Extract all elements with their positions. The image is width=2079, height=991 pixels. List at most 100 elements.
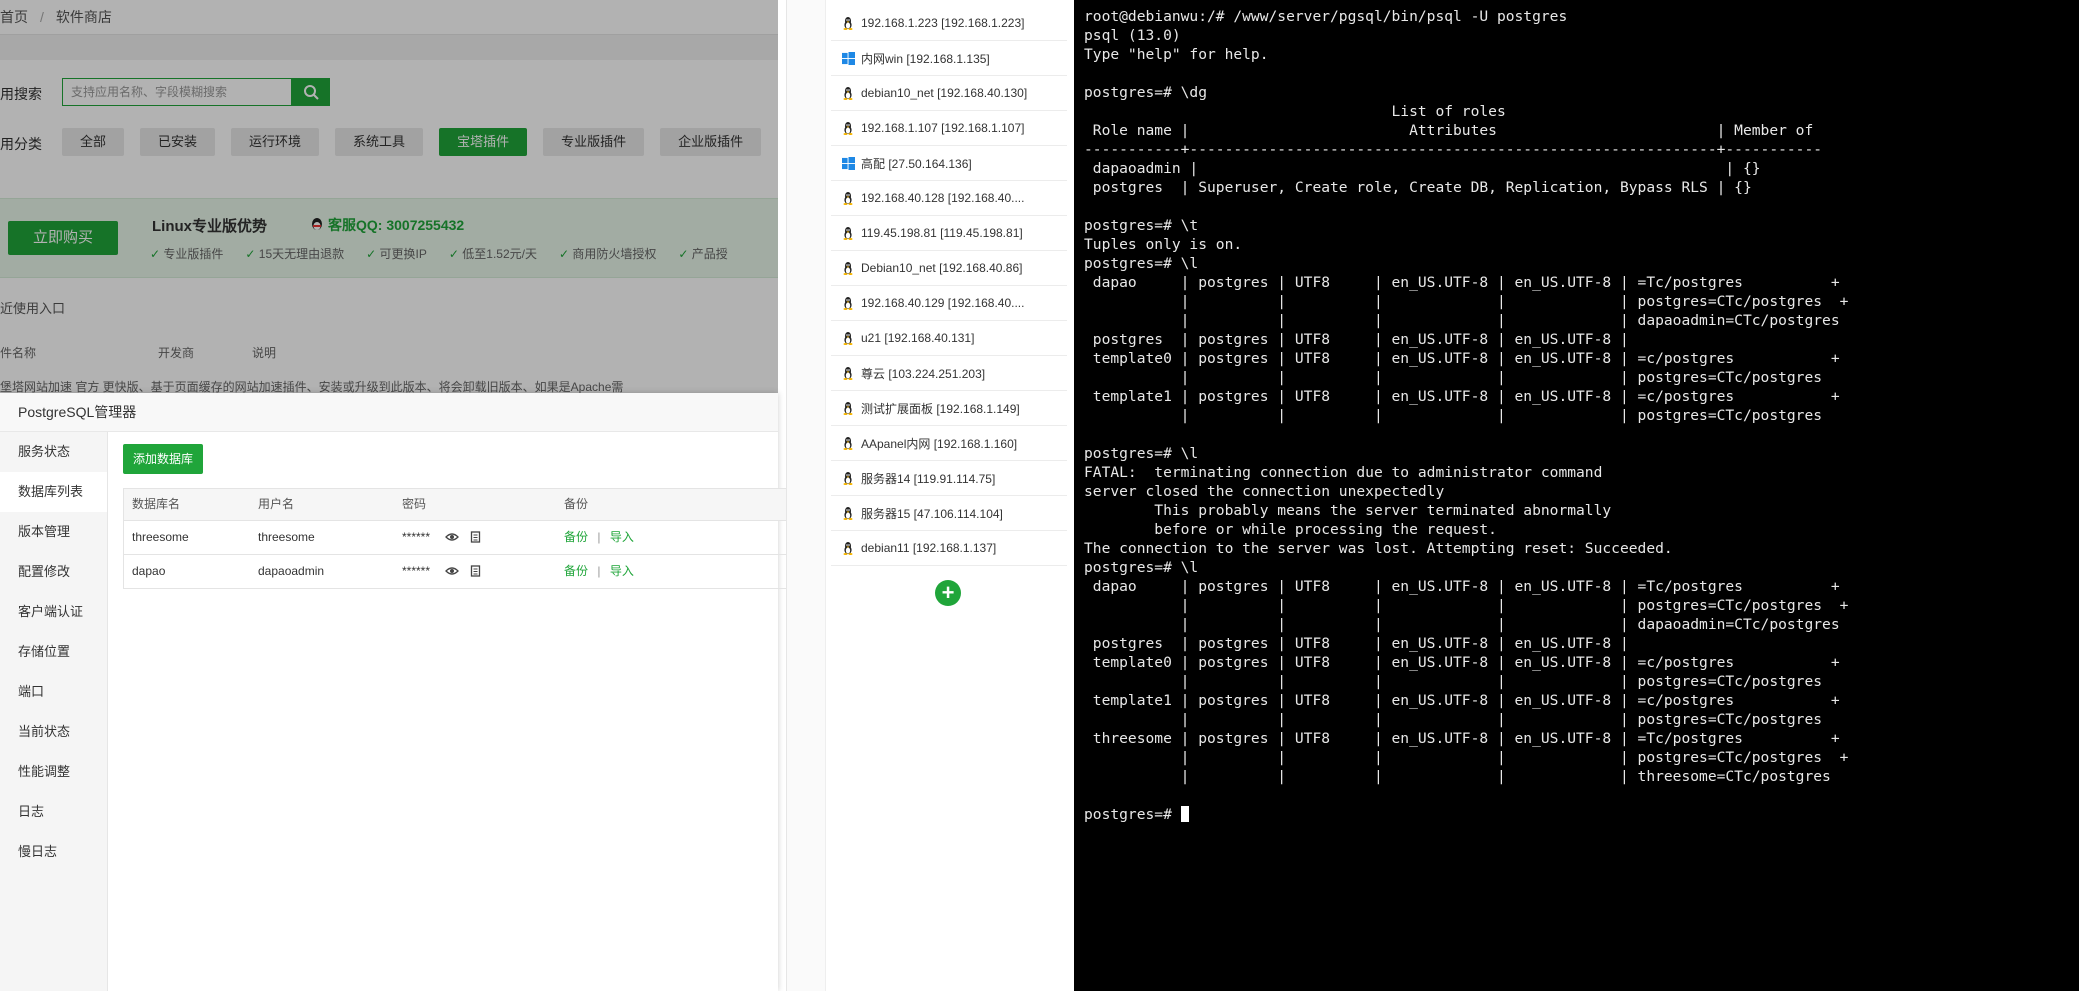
terminal-text: root@debianwu:/# /www/server/pgsql/bin/p… xyxy=(1084,8,1849,785)
server-item[interactable]: 服务器15 [47.106.114.104] xyxy=(831,496,1067,531)
linux-icon xyxy=(841,506,855,520)
password-cell: ****** xyxy=(402,521,481,554)
terminal-window[interactable]: root@debianwu:/# /www/server/pgsql/bin/p… xyxy=(1074,0,2079,991)
server-item[interactable]: 测试扩展面板 [192.168.1.149] xyxy=(831,391,1067,426)
server-item[interactable]: 内网win [192.168.1.135] xyxy=(831,41,1067,76)
menu-log[interactable]: 日志 xyxy=(0,792,107,832)
server-item[interactable]: 119.45.198.81 [119.45.198.81] xyxy=(831,216,1067,251)
server-item[interactable]: Debian10_net [192.168.40.86] xyxy=(831,251,1067,286)
server-item[interactable]: u21 [192.168.40.131] xyxy=(831,321,1067,356)
terminal-output: root@debianwu:/# /www/server/pgsql/bin/p… xyxy=(1074,0,2079,824)
column-header: 数据库名 xyxy=(132,497,181,511)
menu-port[interactable]: 端口 xyxy=(0,672,107,712)
server-item-label: 尊云 [103.224.251.203] xyxy=(861,366,986,381)
server-item-label: 192.168.1.107 [192.168.1.107] xyxy=(861,121,1025,135)
table-header-row: 数据库名 用户名 密码 备份 xyxy=(124,489,824,521)
linux-icon xyxy=(841,296,855,310)
menu-current-status[interactable]: 当前状态 xyxy=(0,712,107,752)
password-cell: ****** xyxy=(402,555,481,588)
windows-icon xyxy=(841,156,855,170)
server-item-label: AApanel内网 [192.168.1.160] xyxy=(861,436,1018,451)
server-item[interactable]: 高配 [27.50.164.136] xyxy=(831,146,1067,181)
linux-icon xyxy=(841,331,855,345)
linux-icon xyxy=(841,121,855,135)
server-item[interactable]: 尊云 [103.224.251.203] xyxy=(831,356,1067,391)
server-item[interactable]: debian11 [192.168.1.137] xyxy=(831,531,1067,566)
server-list: 192.168.1.223 [192.168.1.223] 内网win [192.… xyxy=(831,6,1067,566)
server-list-panel: 192.168.1.223 [192.168.1.223] 内网win [192.… xyxy=(786,0,1075,991)
menu-database-list[interactable]: 数据库列表 xyxy=(0,472,107,512)
terminal-prompt: postgres=# xyxy=(1084,806,1181,823)
row-actions: 备份 | 导入 xyxy=(564,521,634,554)
column-header: 用户名 xyxy=(258,497,295,511)
backup-link[interactable]: 备份 xyxy=(564,564,588,578)
database-table: 数据库名 用户名 密码 备份 threesome threesome *****… xyxy=(123,488,825,589)
copy-icon[interactable] xyxy=(469,531,481,544)
menu-version-management[interactable]: 版本管理 xyxy=(0,512,107,552)
menu-config-edit[interactable]: 配置修改 xyxy=(0,552,107,592)
db-name: dapao xyxy=(132,564,166,578)
import-link[interactable]: 导入 xyxy=(610,530,634,544)
eye-icon[interactable] xyxy=(445,565,460,577)
db-user: dapaoadmin xyxy=(258,564,325,578)
server-item[interactable]: debian10_net [192.168.40.130] xyxy=(831,76,1067,111)
import-link[interactable]: 导入 xyxy=(610,564,634,578)
linux-icon xyxy=(841,366,855,380)
column-header: 密码 xyxy=(402,497,427,511)
eye-icon[interactable] xyxy=(445,531,460,543)
password-mask: ****** xyxy=(402,530,431,544)
server-item-label: 高配 [27.50.164.136] xyxy=(861,156,972,171)
linux-icon xyxy=(841,226,855,240)
dialog-content: 添加数据库 数据库名 用户名 密码 备份 threesome threesome… xyxy=(107,432,825,991)
table-row: dapao dapaoadmin ****** 备份 | 导入 xyxy=(124,555,824,589)
postgresql-manager-dialog: PostgreSQL管理器 服务状态 数据库列表 版本管理 配置修改 客户端认证… xyxy=(0,393,825,991)
table-row: threesome threesome ****** 备份 | 导入 xyxy=(124,521,824,555)
menu-storage-location[interactable]: 存储位置 xyxy=(0,632,107,672)
server-item[interactable]: 192.168.1.223 [192.168.1.223] xyxy=(831,6,1067,41)
backup-link[interactable]: 备份 xyxy=(564,530,588,544)
linux-icon xyxy=(841,191,855,205)
server-item-label: 测试扩展面板 [192.168.1.149] xyxy=(861,401,1020,416)
server-item[interactable]: AApanel内网 [192.168.1.160] xyxy=(831,426,1067,461)
linux-icon xyxy=(841,436,855,450)
server-item[interactable]: 服务器14 [119.91.114.75] xyxy=(831,461,1067,496)
menu-service-status[interactable]: 服务状态 xyxy=(0,432,107,472)
menu-client-auth[interactable]: 客户端认证 xyxy=(0,592,107,632)
server-item-label: u21 [192.168.40.131] xyxy=(861,331,975,345)
dialog-title: PostgreSQL管理器 xyxy=(0,393,778,432)
server-item-label: 192.168.1.223 [192.168.1.223] xyxy=(861,16,1025,30)
row-actions: 备份 | 导入 xyxy=(564,555,634,588)
menu-slow-log[interactable]: 慢日志 xyxy=(0,832,107,872)
linux-icon xyxy=(841,401,855,415)
linux-icon xyxy=(841,86,855,100)
link-separator: | xyxy=(597,530,601,544)
terminal-cursor xyxy=(1180,806,1189,822)
server-item-label: 服务器15 [47.106.114.104] xyxy=(861,506,1003,521)
add-server-button[interactable]: + xyxy=(935,580,961,606)
linux-icon xyxy=(841,261,855,275)
server-item[interactable]: 192.168.1.107 [192.168.1.107] xyxy=(831,111,1067,146)
server-item[interactable]: 192.168.40.128 [192.168.40.... xyxy=(831,181,1067,216)
add-database-button[interactable]: 添加数据库 xyxy=(123,444,204,474)
server-item-label: 192.168.40.129 [192.168.40.... xyxy=(861,296,1025,310)
server-item-label: debian10_net [192.168.40.130] xyxy=(861,86,1028,100)
server-item-label: 服务器14 [119.91.114.75] xyxy=(861,471,996,486)
column-header: 备份 xyxy=(564,497,589,511)
linux-icon xyxy=(841,471,855,485)
db-user: threesome xyxy=(258,530,315,544)
server-item[interactable]: 192.168.40.129 [192.168.40.... xyxy=(831,286,1067,321)
server-item-label: 内网win [192.168.1.135] xyxy=(861,51,990,66)
copy-icon[interactable] xyxy=(469,565,481,578)
windows-icon xyxy=(841,51,855,65)
link-separator: | xyxy=(597,564,601,578)
menu-performance-tuning[interactable]: 性能调整 xyxy=(0,752,107,792)
password-mask: ****** xyxy=(402,564,431,578)
server-list-gutter xyxy=(787,0,826,991)
dialog-sidebar: 服务状态 数据库列表 版本管理 配置修改 客户端认证 存储位置 端口 当前状态 … xyxy=(0,432,108,991)
server-item-label: debian11 [192.168.1.137] xyxy=(861,541,997,555)
linux-icon xyxy=(841,16,855,30)
server-item-label: Debian10_net [192.168.40.86] xyxy=(861,261,1023,275)
linux-icon xyxy=(841,541,855,555)
server-item-label: 119.45.198.81 [119.45.198.81] xyxy=(861,226,1023,240)
server-item-label: 192.168.40.128 [192.168.40.... xyxy=(861,191,1025,205)
